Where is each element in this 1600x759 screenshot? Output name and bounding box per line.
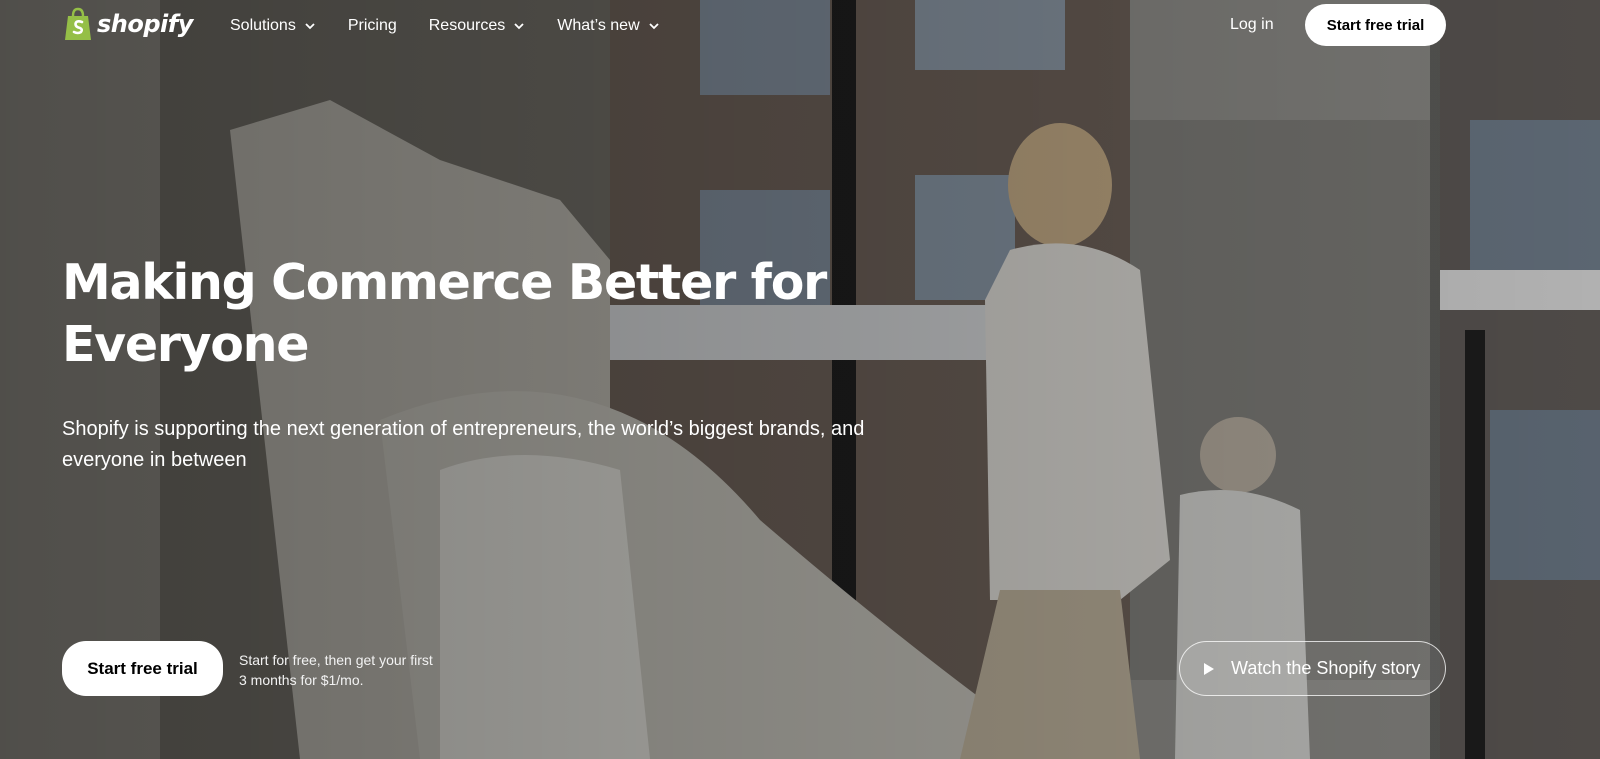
nav-whats-new-label: What’s new bbox=[557, 17, 640, 34]
nav-solutions[interactable]: Solutions bbox=[230, 15, 316, 37]
logo-wordmark: shopify bbox=[97, 10, 193, 38]
nav-resources-label: Resources bbox=[428, 17, 506, 34]
chevron-down-icon bbox=[648, 23, 659, 30]
login-link[interactable]: Log in bbox=[1230, 16, 1274, 34]
play-icon bbox=[1204, 662, 1214, 675]
chevron-down-icon bbox=[514, 23, 524, 30]
hero-section: shopify Solutions Pricing Resources What… bbox=[0, 0, 1600, 759]
chevron-down-icon bbox=[305, 23, 315, 30]
nav-resources[interactable]: Resources bbox=[429, 15, 525, 37]
shopify-logo[interactable]: shopify bbox=[63, 7, 193, 41]
header-start-trial-button[interactable]: Start free trial bbox=[1305, 4, 1446, 46]
nav-pricing-label: Pricing bbox=[347, 17, 397, 34]
hero-start-trial-button[interactable]: Start free trial bbox=[62, 641, 223, 696]
watch-story-button[interactable]: Watch the Shopify story bbox=[1179, 641, 1446, 696]
nav-whats-new[interactable]: What’s new bbox=[557, 15, 659, 37]
shopping-bag-icon bbox=[65, 7, 91, 40]
nav-pricing[interactable]: Pricing bbox=[348, 15, 397, 37]
main-nav: Solutions Pricing Resources What’s new bbox=[230, 15, 692, 37]
watch-story-label: Watch the Shopify story bbox=[1231, 658, 1421, 678]
trial-offer-note: Start for free, then get your first 3 mo… bbox=[239, 652, 433, 688]
site-header: shopify Solutions Pricing Resources What… bbox=[0, 0, 1600, 52]
nav-solutions-label: Solutions bbox=[230, 17, 296, 34]
hero-headline: Making Commerce Better for Everyone bbox=[62, 254, 827, 373]
hero-subtext: Shopify is supporting the next generatio… bbox=[62, 418, 865, 471]
